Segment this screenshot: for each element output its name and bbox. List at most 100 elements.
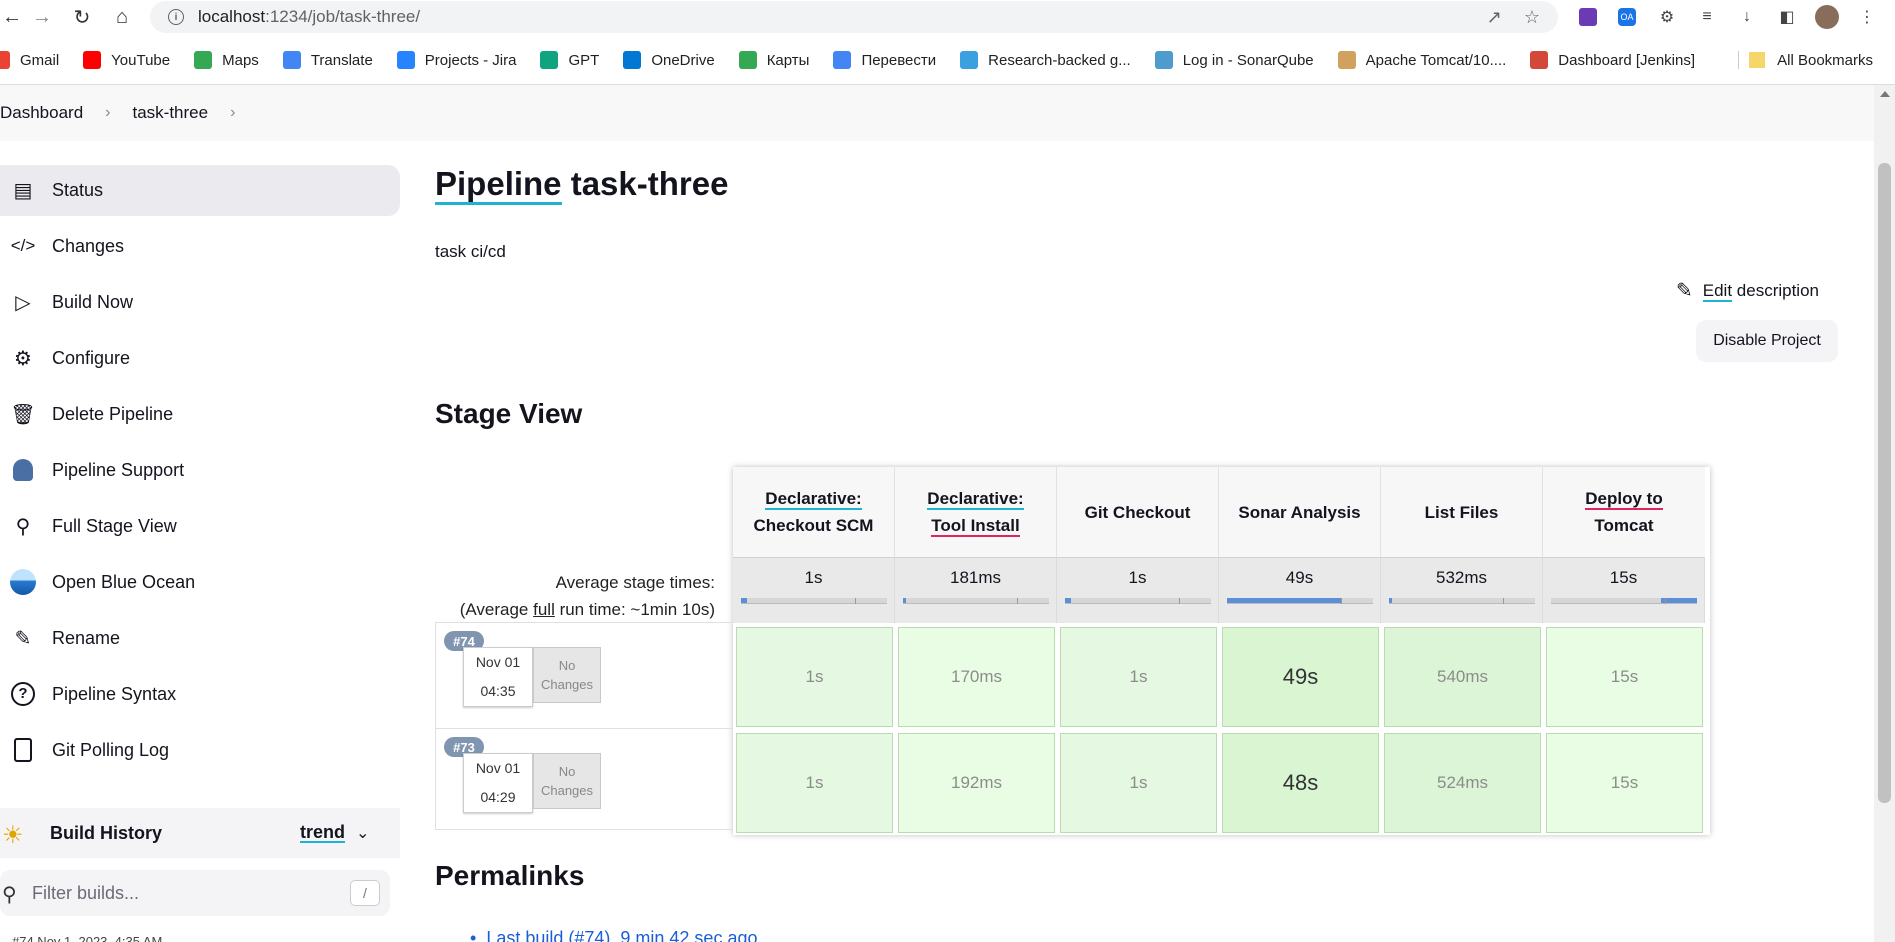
filter-builds-input[interactable]: ⚲ Filter builds... /: [0, 870, 390, 916]
disable-project-button[interactable]: Disable Project: [1696, 320, 1838, 362]
bookmark-item[interactable]: Перевести: [833, 51, 936, 69]
stage-duration-cell[interactable]: 15s: [1546, 733, 1703, 833]
build-row-73[interactable]: #73 Nov 01 04:29 No Changes: [435, 728, 733, 830]
breadcrumb-dashboard[interactable]: Dashboard: [0, 103, 83, 123]
avatar[interactable]: [1814, 4, 1840, 30]
filter-placeholder: Filter builds...: [32, 882, 140, 903]
all-bookmarks[interactable]: All Bookmarks: [1749, 42, 1873, 78]
sidebar-item-status[interactable]: ▤ Status: [0, 165, 400, 216]
edit-description-part: description: [1732, 280, 1819, 300]
full-run-time-link[interactable]: full: [533, 600, 555, 619]
bookmark-item[interactable]: Dashboard [Jenkins]: [1530, 51, 1695, 69]
home-icon[interactable]: ⌂: [102, 0, 142, 34]
bookmarks-bar: Gmail YouTube Maps Translate Projects - Jira…: [0, 42, 1895, 78]
stage-header: List Files: [1381, 467, 1543, 557]
sidebar-item-full-stage-view[interactable]: ⚲ Full Stage View: [0, 501, 400, 552]
sidebar-item-delete-pipeline[interactable]: 🗑 Delete Pipeline: [0, 389, 400, 440]
stage-duration-cell[interactable]: 1s: [1060, 627, 1217, 727]
stage-duration-cell[interactable]: 540ms: [1384, 627, 1541, 727]
bookmark-label: Apache Tomcat/10....: [1365, 51, 1507, 69]
stage-duration-cell[interactable]: 15s: [1546, 627, 1703, 727]
page-title: Pipeline task-three: [435, 165, 728, 205]
bookmark-item[interactable]: Research-backed g...: [960, 51, 1131, 69]
page-title-prefix: Pipeline: [435, 165, 562, 205]
stage-duration-cell[interactable]: 1s: [736, 733, 893, 833]
edit-description-link[interactable]: ✎ Edit description: [1676, 278, 1819, 303]
sidebar-item-open-blue-ocean[interactable]: Open Blue Ocean: [0, 557, 400, 608]
build-row-74[interactable]: #74 Nov 01 04:35 No Changes: [435, 622, 733, 728]
sidebar-item-label: Status: [52, 180, 104, 200]
download-icon[interactable]: ↓: [1734, 4, 1760, 30]
address-url[interactable]: localhost:1234/job/task-three/: [198, 7, 420, 27]
stage-average-bar-tick: [1341, 598, 1342, 604]
scrollbar-thumb[interactable]: [1878, 163, 1891, 803]
stage-duration-cell[interactable]: 1s: [1060, 733, 1217, 833]
chevron-down-icon[interactable]: ⌄: [356, 823, 369, 843]
bookmark-item[interactable]: GPT: [540, 51, 599, 69]
sidebar-item-label: Full Stage View: [52, 516, 177, 536]
breadcrumb-task-three[interactable]: task-three: [133, 103, 209, 123]
build-date: Nov 01: [475, 654, 521, 670]
bookmark-item[interactable]: Apache Tomcat/10....: [1337, 51, 1507, 69]
share-icon[interactable]: ↗: [1487, 7, 1502, 28]
stage-average-cell: 532ms: [1381, 557, 1543, 623]
stage-duration-cell[interactable]: 170ms: [898, 627, 1055, 727]
avg-text-part: run time: ~1min 10s): [554, 600, 715, 619]
sidebar-item-pipeline-support[interactable]: Pipeline Support: [0, 445, 400, 496]
sidebar-item-pipeline-syntax[interactable]: ? Pipeline Syntax: [0, 669, 400, 720]
gpt-icon: [540, 51, 559, 69]
reload-icon[interactable]: ↻: [62, 0, 102, 34]
sidebar: ▤ Status </> Changes ▷ Build Now ⚙ Confi…: [0, 165, 400, 781]
stage-duration-cell[interactable]: 192ms: [898, 733, 1055, 833]
breadcrumb: Dashboard › task-three ›: [0, 85, 1874, 141]
build-history-row[interactable]: #74 Nov 1, 2023, 4:35 AM: [12, 934, 162, 942]
bookmark-item[interactable]: OneDrive: [623, 51, 715, 69]
stage-average-cell: 49s: [1219, 557, 1381, 623]
chevron-right-icon[interactable]: ›: [230, 104, 235, 122]
side-panel-icon[interactable]: ◧: [1774, 4, 1800, 30]
translate-icon: [833, 51, 852, 69]
forward-icon[interactable]: →: [22, 0, 62, 34]
stage-name-line: Deploy to: [1585, 489, 1663, 510]
reading-list-icon[interactable]: ≡: [1694, 4, 1720, 30]
permalinks-title: Permalinks: [435, 860, 585, 891]
site-info-icon[interactable]: i: [168, 9, 184, 25]
address-bar[interactable]: i localhost:1234/job/task-three/ ↗ ☆: [150, 1, 1558, 33]
bookmark-item[interactable]: Карты: [738, 51, 809, 69]
extension-oa-icon[interactable]: OA: [1614, 4, 1640, 30]
sidebar-item-label: Configure: [52, 348, 131, 368]
bookmark-item[interactable]: YouTube: [83, 51, 170, 69]
scroll-up-icon[interactable]: [1880, 91, 1890, 97]
scrollbar[interactable]: [1874, 85, 1895, 942]
stage-average-bar: [1551, 598, 1697, 604]
puzzle-icon[interactable]: ⚙: [1654, 4, 1680, 30]
sidebar-item-git-polling-log[interactable]: Git Polling Log: [0, 725, 400, 776]
bookmark-item[interactable]: Translate: [282, 51, 373, 69]
bookmark-item[interactable]: Log in - SonarQube: [1154, 51, 1314, 69]
sidebar-item-configure[interactable]: ⚙ Configure: [0, 333, 400, 384]
support-icon: [10, 457, 36, 483]
stage-duration-cell[interactable]: 524ms: [1384, 733, 1541, 833]
trend-link[interactable]: trend: [300, 823, 345, 843]
stage-duration-cell[interactable]: 1s: [736, 627, 893, 727]
stage-duration-cell[interactable]: 49s: [1222, 627, 1379, 727]
no-changes-box: No Changes: [533, 647, 601, 703]
stage-duration-cell[interactable]: 48s: [1222, 733, 1379, 833]
sidebar-item-changes[interactable]: </> Changes: [0, 221, 400, 272]
menu-icon[interactable]: ⋮: [1854, 4, 1880, 30]
youtube-icon: [83, 51, 102, 69]
stage-average-time: 532ms: [1435, 568, 1488, 587]
stage-name-line: Tomcat: [1594, 516, 1654, 535]
bookmark-item[interactable]: Maps: [194, 51, 259, 69]
stage-name: Declarative: Tool Install: [927, 485, 1024, 539]
permalink-last-build[interactable]: • Last build (#74), 9 min 42 sec ago: [470, 928, 757, 942]
sidebar-item-build-now[interactable]: ▷ Build Now: [0, 277, 400, 328]
star-icon[interactable]: ☆: [1524, 7, 1540, 28]
extension-purple-icon[interactable]: [1575, 4, 1601, 30]
clipboard-icon: [10, 737, 36, 763]
bookmark-item[interactable]: Projects - Jira: [396, 51, 516, 69]
sidebar-item-rename[interactable]: ✎ Rename: [0, 613, 400, 664]
stage-average-bar: [1065, 598, 1211, 604]
bookmark-item[interactable]: Gmail: [0, 51, 59, 69]
stage-average-bar-fill: [903, 598, 906, 603]
